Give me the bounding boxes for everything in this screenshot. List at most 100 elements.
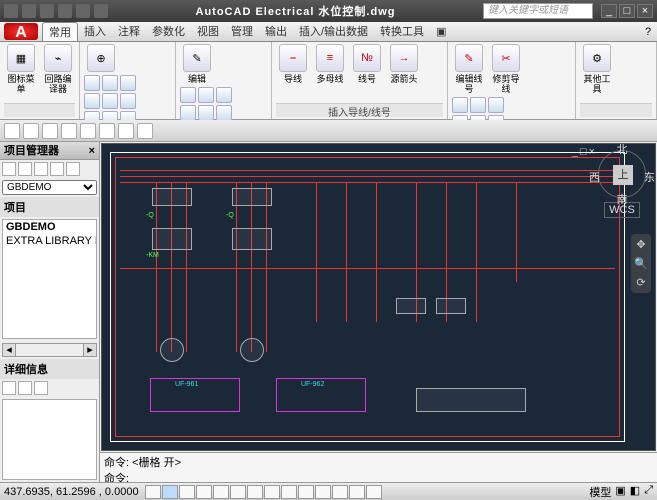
status-tool-a[interactable]: ▣	[615, 484, 625, 500]
toggle-13[interactable]	[349, 485, 365, 499]
toggle-14[interactable]	[366, 485, 382, 499]
icon-menu-button[interactable]: ▦图标菜单	[4, 44, 38, 94]
tool-brush-icon[interactable]	[118, 123, 134, 139]
multi-bus-button[interactable]: ≡多母线	[313, 44, 347, 84]
trim-wire-button[interactable]: ✂修剪导线	[489, 44, 523, 94]
pan-icon[interactable]: ✥	[636, 238, 645, 251]
proj-tool-3[interactable]	[34, 162, 48, 176]
tab-parametric[interactable]: 参数化	[146, 22, 191, 41]
detail-pane	[2, 399, 97, 480]
tool-redo-icon[interactable]	[99, 123, 115, 139]
toggle-ducs[interactable]	[247, 485, 263, 499]
help-icon[interactable]: ?	[639, 22, 657, 41]
minimize-button[interactable]: _	[601, 4, 617, 18]
tree-item-extra[interactable]: EXTRA LIBRARY DEMO	[3, 234, 96, 248]
qat-save-icon[interactable]	[40, 4, 54, 18]
insert-component-button[interactable]: ⊕	[84, 44, 118, 72]
proj-tool-1[interactable]	[2, 162, 16, 176]
wire-icon: ⎯	[279, 44, 307, 72]
nav-bar: ✥ 🔍 ⟳	[631, 234, 651, 293]
qat-redo-icon[interactable]	[76, 4, 90, 18]
toggle-ortho[interactable]	[179, 485, 195, 499]
tool-next-icon[interactable]	[42, 123, 58, 139]
qat-new-icon[interactable]	[4, 4, 18, 18]
tab-home[interactable]: 常用	[42, 22, 78, 41]
project-manager-panel: 项目管理器 × GBDEMO 项目 GBDEMO EXTRA LIBRARY D…	[0, 142, 100, 482]
toggle-11[interactable]	[315, 485, 331, 499]
qat-undo-icon[interactable]	[58, 4, 72, 18]
panel-close-icon[interactable]: ×	[89, 142, 95, 159]
quick-access-toolbar	[4, 4, 108, 18]
toggle-snap[interactable]	[145, 485, 161, 499]
tab-expand-icon[interactable]: ▣	[430, 22, 452, 41]
scroll-right-icon[interactable]: ▸	[83, 343, 97, 357]
proj-tool-4[interactable]	[50, 162, 64, 176]
edit-wirenum-icon: ✎	[455, 44, 483, 72]
edit-wirenum-button[interactable]: ✎编辑线号	[452, 44, 486, 94]
toggle-osnap[interactable]	[213, 485, 229, 499]
ribbon: ▦图标菜单 ⌁回路编译器 ⊕ 插入元件 ▾ ✎编辑 编辑元件 ▾ ⎯导线 ≡多母…	[0, 42, 657, 120]
project-tools	[0, 160, 99, 178]
model-space-button[interactable]: 模型	[589, 484, 611, 500]
toggle-dyn[interactable]	[264, 485, 280, 499]
tab-manage[interactable]: 管理	[225, 22, 259, 41]
tab-insert[interactable]: 插入	[78, 22, 112, 41]
tool-undo-icon[interactable]	[80, 123, 96, 139]
other-tools-icon: ⚙	[583, 44, 611, 72]
tool-zoom-icon[interactable]	[61, 123, 77, 139]
status-right: 模型 ▣ ◧ ⤢	[589, 484, 653, 500]
status-tool-b[interactable]: ◧	[630, 484, 640, 500]
relay-2	[436, 298, 466, 314]
zoom-icon[interactable]: 🔍	[634, 257, 648, 270]
tool-project-icon[interactable]	[4, 123, 20, 139]
panel-label-insert-wire[interactable]: 插入导线/线号	[276, 103, 443, 117]
toggle-lwt[interactable]	[281, 485, 297, 499]
orbit-icon[interactable]: ⟳	[636, 276, 645, 289]
status-tool-c[interactable]: ⤢	[644, 484, 653, 500]
proj-tool-2[interactable]	[18, 162, 32, 176]
project-select[interactable]: GBDEMO	[2, 180, 97, 195]
toggle-otrack[interactable]	[230, 485, 246, 499]
circuit-builder-button[interactable]: ⌁回路编译器	[41, 44, 75, 94]
toggle-grid[interactable]	[162, 485, 178, 499]
tool-prev-icon[interactable]	[23, 123, 39, 139]
tool-check-icon[interactable]	[137, 123, 153, 139]
wire-number-button[interactable]: №线号	[350, 44, 384, 84]
compass-ring[interactable]: 北 南 西 东 上	[598, 150, 646, 198]
toggle-12[interactable]	[332, 485, 348, 499]
tab-io-data[interactable]: 插入/输出数据	[293, 22, 374, 41]
tree-item-gbdemo[interactable]: GBDEMO	[3, 220, 96, 234]
help-search-input[interactable]: 键入关键字或短语	[483, 3, 593, 19]
tab-convert[interactable]: 转换工具	[374, 22, 430, 41]
wire-button[interactable]: ⎯导线	[276, 44, 310, 84]
qat-open-icon[interactable]	[22, 4, 36, 18]
motor-2	[240, 338, 264, 362]
tab-annotate[interactable]: 注释	[112, 22, 146, 41]
viewcube-top[interactable]: 上	[613, 165, 633, 185]
tab-view[interactable]: 视图	[191, 22, 225, 41]
project-manager-header[interactable]: 项目管理器 ×	[0, 142, 99, 160]
scroll-left-icon[interactable]: ◂	[2, 343, 16, 357]
close-button[interactable]: ×	[637, 4, 653, 18]
drawing-canvas[interactable]: _ □ ×	[101, 143, 656, 451]
secondary-toolbar	[0, 120, 657, 142]
edit-button[interactable]: ✎编辑	[180, 44, 214, 84]
trim-wire-icon: ✂	[492, 44, 520, 72]
breaker-1	[152, 188, 192, 206]
other-tools-button[interactable]: ⚙其他工具	[580, 44, 614, 94]
maximize-button[interactable]: □	[619, 4, 635, 18]
command-line[interactable]: 命令: <栅格 开> 命令:	[100, 452, 657, 482]
proj-tool-5[interactable]	[66, 162, 80, 176]
project-tree[interactable]: GBDEMO EXTRA LIBRARY DEMO	[2, 219, 97, 339]
source-arrow-button[interactable]: →源箭头	[387, 44, 421, 84]
tab-output[interactable]: 输出	[259, 22, 293, 41]
view-cube[interactable]: 北 南 西 东 上 WCS	[595, 150, 649, 220]
qat-print-icon[interactable]	[94, 4, 108, 18]
contactor-2	[232, 228, 272, 250]
main-area: 项目管理器 × GBDEMO 项目 GBDEMO EXTRA LIBRARY D…	[0, 142, 657, 482]
toggle-polar[interactable]	[196, 485, 212, 499]
title-block-1: UF-961	[150, 378, 240, 412]
toggle-qp[interactable]	[298, 485, 314, 499]
app-menu-button[interactable]: A	[4, 23, 38, 40]
motor-1	[160, 338, 184, 362]
